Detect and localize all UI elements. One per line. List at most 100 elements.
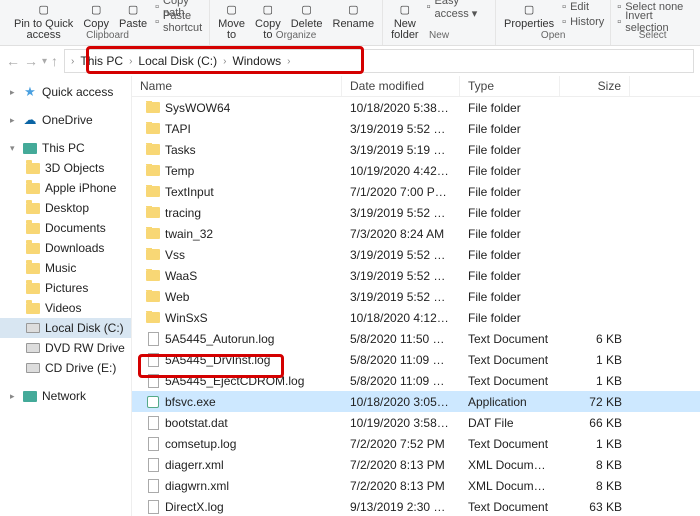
ribbon-group-select: ▫Select none▫Invert selectionSelect xyxy=(611,0,694,45)
history-label: History xyxy=(570,16,604,28)
breadcrumb[interactable]: › This PC›Local Disk (C:)›Windows› xyxy=(64,49,694,73)
file-row[interactable]: diagerr.xml7/2/2020 8:13 PMXML Docume…8 … xyxy=(132,454,700,475)
header-size[interactable]: Size xyxy=(560,76,630,96)
ribbon-group-label: Open xyxy=(541,30,565,41)
breadcrumb-item[interactable]: This PC xyxy=(76,52,127,70)
nav-item[interactable]: Videos xyxy=(0,298,131,318)
file-row[interactable]: twain_327/3/2020 8:24 AMFile folder xyxy=(132,223,700,244)
folder-icon xyxy=(146,269,160,283)
nav-item[interactable]: Pictures xyxy=(0,278,131,298)
pin-to-quick-access-button[interactable]: ▢Pin to Quick access xyxy=(12,0,75,41)
header-type[interactable]: Type xyxy=(460,76,560,96)
file-type: File folder xyxy=(460,206,560,220)
edit-button[interactable]: ▫Edit xyxy=(562,0,604,14)
nav-item[interactable]: Documents xyxy=(0,218,131,238)
file-row[interactable]: comsetup.log7/2/2020 7:52 PMText Documen… xyxy=(132,433,700,454)
paste-shortcut-button[interactable]: ▫Paste shortcut xyxy=(155,15,203,29)
nav-item[interactable]: Local Disk (C:) xyxy=(0,318,131,338)
edit-label: Edit xyxy=(570,1,589,13)
file-row[interactable]: TAPI3/19/2019 5:52 …File folder xyxy=(132,118,700,139)
nav-item[interactable]: ▸ Network xyxy=(0,386,131,406)
file-row[interactable]: 5A5445_DrvInst.log5/8/2020 11:09 …Text D… xyxy=(132,349,700,370)
chevron-right-icon: › xyxy=(71,56,74,67)
nav-item[interactable]: CD Drive (E:) xyxy=(0,358,131,378)
nav-item[interactable]: Desktop xyxy=(0,198,131,218)
easy-access-button[interactable]: ▫Easy access ▾ xyxy=(427,0,489,14)
history-dropdown-icon[interactable]: ▾ xyxy=(42,56,47,67)
forward-icon[interactable]: → xyxy=(24,53,38,69)
address-bar: ← → ▾ ↑ › This PC›Local Disk (C:)›Window… xyxy=(0,46,700,76)
folder-icon xyxy=(146,206,160,220)
copy-button[interactable]: ▢Copy xyxy=(81,0,111,30)
file-row[interactable]: WinSxS10/18/2020 4:12…File folder xyxy=(132,307,700,328)
file-row[interactable]: DirectX.log9/13/2019 2:30 …Text Document… xyxy=(132,496,700,516)
folder-icon xyxy=(146,185,160,199)
delete-icon: ▢ xyxy=(298,0,316,18)
properties-button[interactable]: ▢Properties xyxy=(502,0,556,30)
file-row[interactable]: WaaS3/19/2019 5:52 …File folder xyxy=(132,265,700,286)
ribbon-group-label: Clipboard xyxy=(86,30,129,41)
file-type: Text Document xyxy=(460,353,560,367)
file-row[interactable]: Vss3/19/2019 5:52 …File folder xyxy=(132,244,700,265)
expand-icon[interactable]: ▾ xyxy=(10,143,18,154)
back-icon[interactable]: ← xyxy=(6,53,20,69)
file-date: 5/8/2020 11:09 … xyxy=(342,353,460,367)
folder-icon xyxy=(146,143,160,157)
file-size: 72 KB xyxy=(560,395,630,409)
invert-selection-button[interactable]: ▫Invert selection xyxy=(617,15,688,29)
rename-button[interactable]: ▢Rename xyxy=(331,0,377,30)
expand-icon[interactable]: ▸ xyxy=(10,115,18,126)
move-to-button[interactable]: ▢Move to xyxy=(216,0,247,41)
file-row[interactable]: 5A5445_Autorun.log5/8/2020 11:50 …Text D… xyxy=(132,328,700,349)
delete-button[interactable]: ▢Delete xyxy=(289,0,325,30)
file-row[interactable]: bfsvc.exe10/18/2020 3:05…Application72 K… xyxy=(132,391,700,412)
breadcrumb-item[interactable]: Local Disk (C:) xyxy=(134,52,221,70)
header-name[interactable]: Name xyxy=(132,76,342,96)
paste-button[interactable]: ▢Paste xyxy=(117,0,149,30)
folder-icon xyxy=(26,241,40,255)
file-row[interactable]: TextInput7/1/2020 7:00 P…File folder xyxy=(132,181,700,202)
rename-icon: ▢ xyxy=(344,0,362,18)
expand-icon[interactable]: ▸ xyxy=(10,391,18,402)
header-date[interactable]: Date modified xyxy=(342,76,460,96)
new-folder-button[interactable]: ▢New folder xyxy=(389,0,421,41)
file-row[interactable]: tracing3/19/2019 5:52 …File folder xyxy=(132,202,700,223)
nav-item-label: Network xyxy=(42,389,86,403)
file-row[interactable]: SysWOW6410/18/2020 5:38…File folder xyxy=(132,97,700,118)
nav-item[interactable]: Downloads xyxy=(0,238,131,258)
file-row[interactable]: Tasks3/19/2019 5:19 …File folder xyxy=(132,139,700,160)
file-type: Text Document xyxy=(460,332,560,346)
file-name: 5A5445_EjectCDROM.log xyxy=(165,374,304,388)
file-name: 5A5445_Autorun.log xyxy=(165,332,274,346)
copy-icon: ▢ xyxy=(87,0,105,18)
file-type: File folder xyxy=(460,311,560,325)
file-row[interactable]: diagwrn.xml7/2/2020 8:13 PMXML Docume…8 … xyxy=(132,475,700,496)
folder-icon xyxy=(26,301,40,315)
nav-item[interactable]: ▸☁OneDrive xyxy=(0,110,131,130)
file-row[interactable]: Web3/19/2019 5:52 …File folder xyxy=(132,286,700,307)
file-row[interactable]: 5A5445_EjectCDROM.log5/8/2020 11:09 …Tex… xyxy=(132,370,700,391)
nav-buttons: ← → ▾ ↑ xyxy=(6,53,58,69)
folder-icon xyxy=(26,181,40,195)
expand-icon[interactable]: ▸ xyxy=(10,87,18,98)
file-icon xyxy=(146,437,160,451)
up-icon[interactable]: ↑ xyxy=(51,53,58,69)
nav-item[interactable]: Apple iPhone xyxy=(0,178,131,198)
file-date: 7/2/2020 7:52 PM xyxy=(342,437,460,451)
nav-item-label: Quick access xyxy=(42,85,113,99)
history-button[interactable]: ▫History xyxy=(562,15,604,29)
pc-icon xyxy=(23,389,37,403)
breadcrumb-item[interactable]: Windows xyxy=(228,52,285,70)
nav-item[interactable]: 3D Objects xyxy=(0,158,131,178)
file-row[interactable]: Temp10/19/2020 4:42…File folder xyxy=(132,160,700,181)
nav-item[interactable]: DVD RW Drive xyxy=(0,338,131,358)
nav-pane: ▸★Quick access ▸☁OneDrive ▾This PC3D Objec… xyxy=(0,76,132,516)
file-date: 3/19/2019 5:52 … xyxy=(342,269,460,283)
nav-item[interactable]: ▾This PC xyxy=(0,138,131,158)
nav-item[interactable]: Music xyxy=(0,258,131,278)
nav-item[interactable]: ▸★Quick access xyxy=(0,82,131,102)
file-row[interactable]: bootstat.dat10/19/2020 3:58…DAT File66 K… xyxy=(132,412,700,433)
file-icon xyxy=(146,353,160,367)
disk-icon xyxy=(26,361,40,375)
file-icon xyxy=(146,458,160,472)
